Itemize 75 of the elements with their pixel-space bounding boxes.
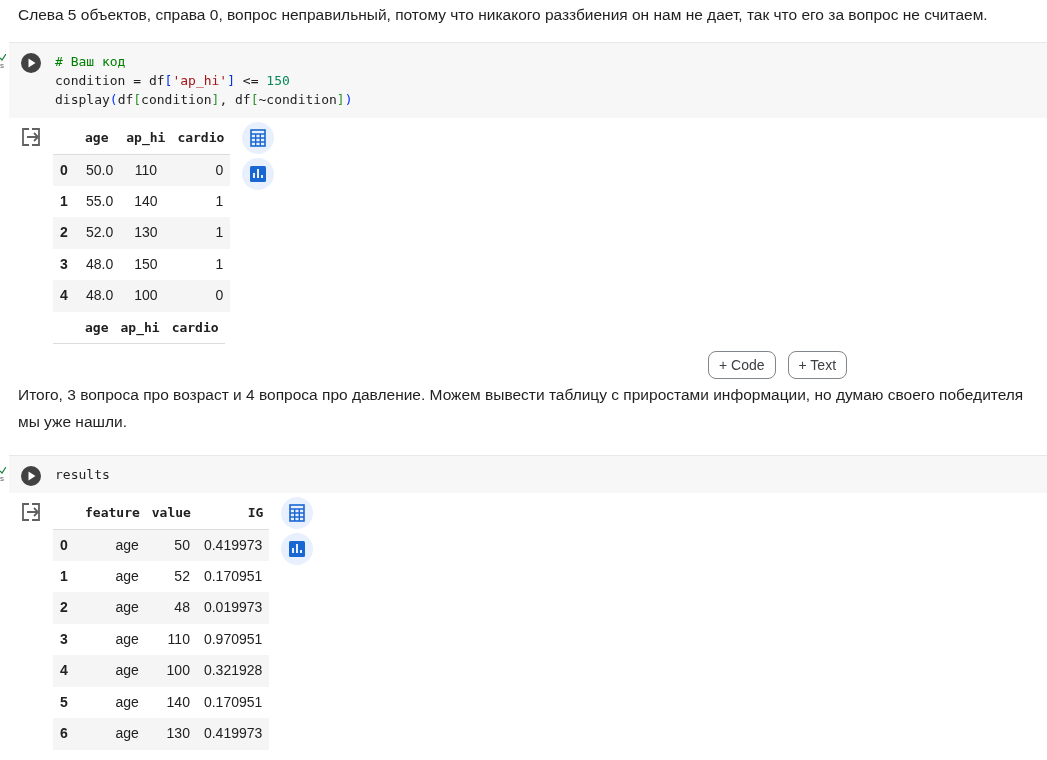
- table-cell: 0: [171, 280, 231, 312]
- row-index: 3: [53, 248, 79, 280]
- table-cell: 100: [145, 655, 197, 687]
- table-cell: 50.0: [79, 154, 121, 186]
- table-cell: age: [79, 560, 146, 592]
- check-icon: [0, 54, 6, 61]
- column-header: ap_hi: [114, 311, 166, 344]
- table-cell: 52.0: [79, 217, 121, 249]
- execution-time: s: [0, 474, 4, 483]
- table-cell: 0.170951: [196, 560, 270, 592]
- table-cell: 110: [120, 154, 172, 186]
- table-cell: 48.0: [79, 280, 121, 312]
- paragraph: Итого, 3 вопроса про возраст и 4 вопроса про давление. Можем вывести таблицу с приростами информации, но думаю своего победителя мы уже нашли.: [17, 385, 1025, 432]
- add-cell-button[interactable]: + Text: [787, 351, 848, 379]
- row-index: 6: [53, 718, 79, 750]
- table-cell: 0.419973: [196, 718, 270, 750]
- chart-icon[interactable]: [281, 533, 314, 565]
- table-icon[interactable]: [242, 122, 275, 154]
- table-cell: 100: [120, 280, 172, 312]
- table-cell: age: [79, 655, 146, 687]
- execution-time: s: [0, 61, 4, 70]
- row-index: 2: [53, 217, 79, 249]
- column-header: IG: [196, 497, 270, 529]
- table-cell: 0: [171, 154, 231, 186]
- table-cell: 150: [120, 248, 172, 280]
- table-cell: 48: [145, 592, 197, 624]
- row-index: 0: [53, 154, 79, 186]
- table-cell: 0.321928: [196, 655, 270, 687]
- table-cell: age: [79, 592, 146, 624]
- table-cell: age: [79, 718, 146, 750]
- run-button[interactable]: [20, 465, 42, 487]
- add-cell-button[interactable]: + Code: [708, 351, 776, 379]
- paragraph: Слева 5 объектов, справа 0, вопрос неправильный, потому что никакого раззбиения он нам не дает, так что его за вопрос не считаем.: [17, 5, 989, 25]
- table-cell: 52: [145, 560, 197, 592]
- table-cell: 1: [171, 185, 231, 217]
- table-cell: 140: [120, 185, 172, 217]
- table-cell: 0.019973: [196, 592, 270, 624]
- table-cell: 0.419973: [196, 529, 270, 561]
- table-cell: age: [79, 529, 146, 561]
- row-index: 1: [53, 560, 79, 592]
- code-editor[interactable]: results: [53, 456, 1047, 493]
- table-cell: 110: [145, 623, 197, 655]
- column-header: cardio: [165, 311, 225, 344]
- table-cell: 50: [145, 529, 197, 561]
- row-index: 3: [53, 623, 79, 655]
- row-index: 2: [53, 592, 79, 624]
- table-cell: age: [79, 623, 146, 655]
- row-index: 0: [53, 529, 79, 561]
- table-cell: 130: [145, 718, 197, 750]
- table-cell: 1: [171, 248, 231, 280]
- run-button[interactable]: [20, 52, 42, 74]
- table-icon[interactable]: [281, 497, 314, 529]
- table-cell: 0.170951: [196, 686, 270, 718]
- column-header: value: [145, 497, 197, 529]
- column-header: ap_hi: [120, 122, 172, 154]
- table-cell: 0.970951: [196, 623, 270, 655]
- table-cell: 48.0: [79, 248, 121, 280]
- table-cell: 130: [120, 217, 172, 249]
- chart-icon[interactable]: [242, 158, 275, 190]
- output-icon[interactable]: [21, 503, 41, 521]
- row-index: 4: [53, 655, 79, 687]
- table-cell: 1: [171, 217, 231, 249]
- column-header: feature: [79, 497, 146, 529]
- row-index: 4: [53, 280, 79, 312]
- table-cell: 55.0: [79, 185, 121, 217]
- check-icon: [0, 467, 6, 474]
- table-cell: age: [79, 686, 146, 718]
- row-index: 5: [53, 686, 79, 718]
- table-cell: 140: [145, 686, 197, 718]
- row-index: 1: [53, 185, 79, 217]
- column-header: age: [79, 311, 115, 344]
- output-icon[interactable]: [21, 128, 41, 146]
- code-editor[interactable]: # Ваш код condition = df['ap_hi'] <= 150 display(df[condition], df[~condition]): [53, 43, 1047, 118]
- column-header: cardio: [171, 122, 231, 154]
- column-header: age: [79, 122, 121, 154]
